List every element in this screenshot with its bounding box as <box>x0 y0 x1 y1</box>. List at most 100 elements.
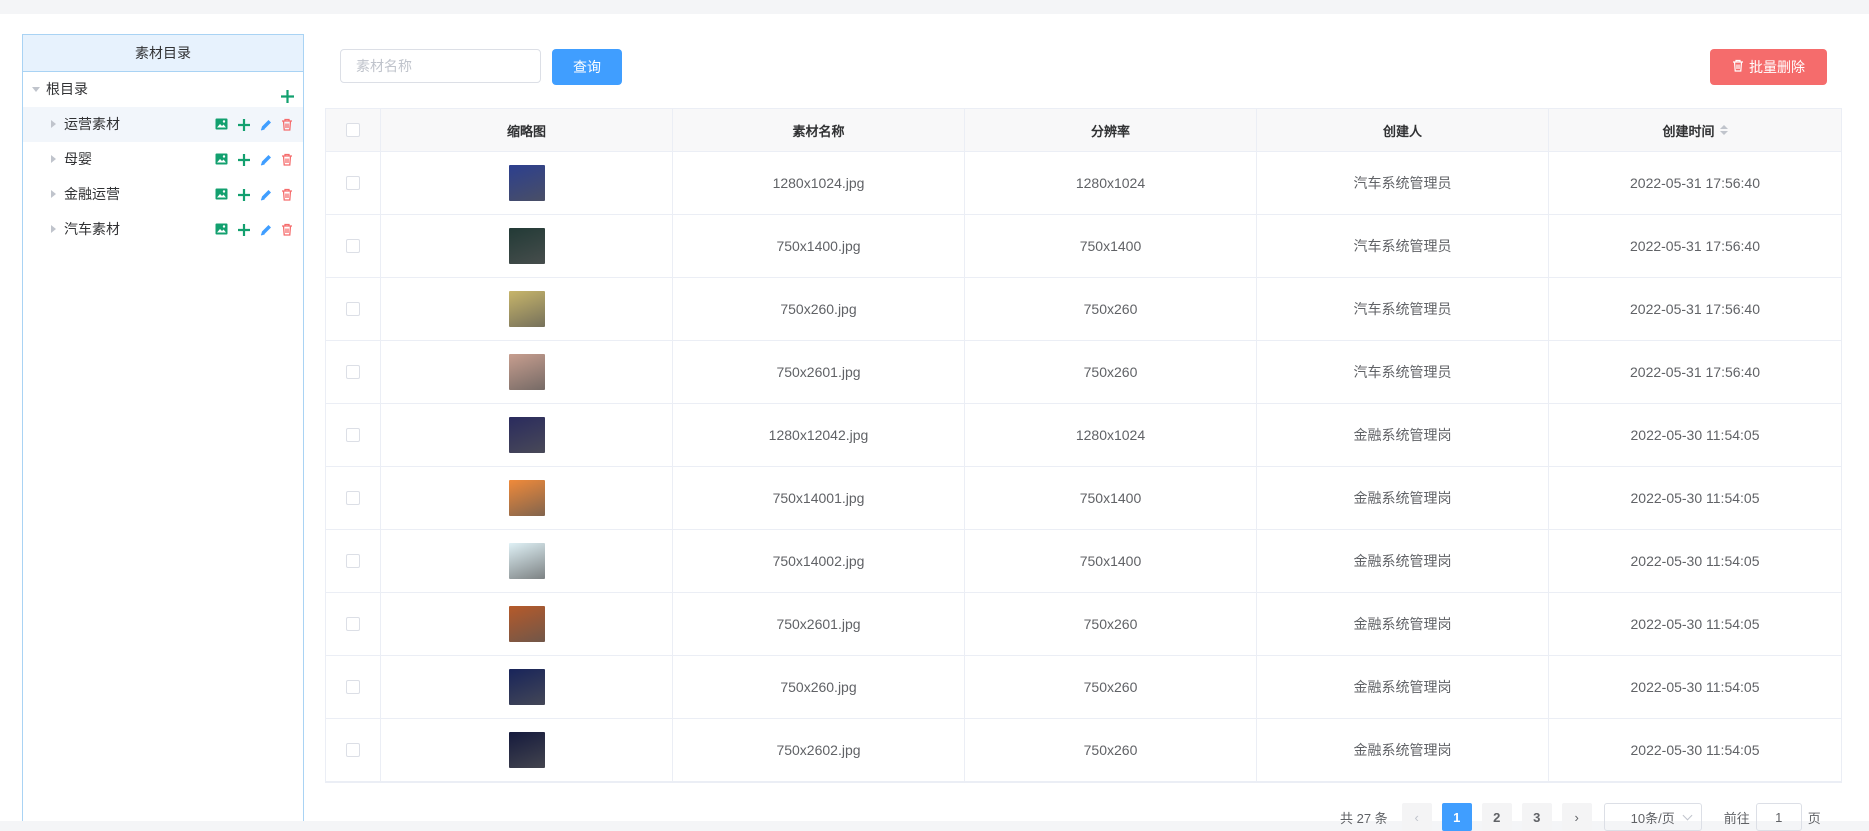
row-checkbox[interactable] <box>346 680 360 694</box>
thumbnail-image[interactable] <box>508 291 545 327</box>
material-directory-tree: 素材目录 根目录 运营素材母婴金融运营 汽车素材 <box>22 34 304 821</box>
edit-icon[interactable] <box>259 153 273 167</box>
table-row: 1280x1024.jpg 1280x1024 汽车系统管理员 2022-05-31 … <box>326 152 1841 215</box>
caret-right-icon[interactable] <box>51 225 56 233</box>
tree-node-actions <box>215 177 295 212</box>
tree-node-label: 运营素材 <box>64 116 120 132</box>
image-icon[interactable] <box>215 223 229 237</box>
goto-prefix: 前往 <box>1723 810 1750 826</box>
material-name-cell: 750x260.jpg <box>673 656 965 718</box>
thumbnail-image[interactable] <box>508 606 545 642</box>
delete-icon[interactable] <box>281 118 295 132</box>
delete-icon[interactable] <box>281 223 295 237</box>
resolution-cell: 750x1400 <box>965 467 1257 529</box>
row-checkbox[interactable] <box>346 176 360 190</box>
thumbnail-image[interactable] <box>508 417 545 453</box>
column-header-thumbnail: 缩略图 <box>381 109 673 151</box>
created-time-cell: 2022-05-30 11:54:05 <box>1630 742 1760 758</box>
tree-node-item[interactable]: 运营素材 <box>23 107 303 142</box>
page-number-button[interactable]: 3 <box>1521 803 1552 831</box>
chevron-left-icon[interactable]: ‹ <box>1401 803 1432 831</box>
row-checkbox[interactable] <box>346 617 360 631</box>
caret-right-icon[interactable] <box>51 155 56 163</box>
delete-icon[interactable] <box>281 153 295 167</box>
created-time-cell: 2022-05-30 11:54:05 <box>1630 490 1760 506</box>
batch-delete-button[interactable]: 批量删除 <box>1710 49 1827 85</box>
plus-icon[interactable] <box>237 118 251 132</box>
creator-cell: 汽车系统管理员 <box>1257 278 1549 340</box>
caret-right-icon[interactable] <box>51 190 56 198</box>
goto-page-input[interactable]: 1 <box>1755 803 1802 831</box>
edit-icon[interactable] <box>259 223 273 237</box>
plus-icon[interactable] <box>237 223 251 237</box>
row-checkbox[interactable] <box>346 428 360 442</box>
goto-page-value: 1 <box>1775 809 1783 825</box>
table-header: 缩略图 素材名称 分辨率 创建人 创建时间 <box>326 109 1841 152</box>
table-row: 750x2601.jpg 750x260 金融系统管理岗 2022-05-30 11:… <box>326 593 1841 656</box>
created-time-cell: 2022-05-30 11:54:05 <box>1630 427 1760 443</box>
plus-icon[interactable] <box>280 82 295 103</box>
row-checkbox[interactable] <box>346 302 360 316</box>
page-size-select[interactable]: 10条/页 <box>1603 803 1702 831</box>
table-row: 750x14001.jpg 750x1400 金融系统管理岗 2022-05-30 1… <box>326 467 1841 530</box>
creator-cell: 金融系统管理岗 <box>1257 467 1549 529</box>
page-number-button[interactable]: 1 <box>1441 803 1472 831</box>
table-row: 750x2601.jpg 750x260 汽车系统管理员 2022-05-31 17:… <box>326 341 1841 404</box>
tree-node-item[interactable]: 金融运营 <box>23 177 303 212</box>
tree-node-root[interactable]: 根目录 <box>23 72 303 107</box>
tree-node-actions <box>215 142 295 177</box>
tree-node-item[interactable]: 母婴 <box>23 142 303 177</box>
tree-header: 素材目录 <box>23 35 303 72</box>
column-header-creator: 创建人 <box>1257 109 1549 151</box>
thumbnail-image[interactable] <box>508 732 545 768</box>
creator-cell: 汽车系统管理员 <box>1257 152 1549 214</box>
tree-node-item[interactable]: 汽车素材 <box>23 212 303 247</box>
created-time-cell: 2022-05-30 11:54:05 <box>1630 553 1760 569</box>
thumbnail-image[interactable] <box>508 354 545 390</box>
image-icon[interactable] <box>215 188 229 202</box>
material-name-search-input[interactable] <box>340 49 541 83</box>
query-button[interactable]: 查询 <box>552 49 622 85</box>
table-row: 1280x12042.jpg 1280x1024 金融系统管理岗 2022-05-30… <box>326 404 1841 467</box>
table-row: 750x2602.jpg 750x260 金融系统管理岗 2022-05-30 11:… <box>326 719 1841 782</box>
row-checkbox[interactable] <box>346 239 360 253</box>
image-icon[interactable] <box>215 118 229 132</box>
edit-icon[interactable] <box>259 188 273 202</box>
row-checkbox[interactable] <box>346 743 360 757</box>
thumbnail-image[interactable] <box>508 165 545 201</box>
created-time-cell: 2022-05-30 11:54:05 <box>1630 679 1760 695</box>
caret-down-icon[interactable] <box>32 87 40 92</box>
column-header-created-time-label: 创建时间 <box>1662 123 1715 139</box>
row-checkbox[interactable] <box>346 554 360 568</box>
plus-icon[interactable] <box>237 188 251 202</box>
materials-table: 缩略图 素材名称 分辨率 创建人 创建时间 1280x1024.jpg 1280x… <box>325 108 1842 783</box>
edit-icon[interactable] <box>259 118 273 132</box>
created-time-cell: 2022-05-31 17:56:40 <box>1630 364 1760 380</box>
thumbnail-image[interactable] <box>508 543 545 579</box>
page-number-button[interactable]: 2 <box>1481 803 1512 831</box>
select-all-checkbox[interactable] <box>346 123 360 137</box>
plus-icon[interactable] <box>237 153 251 167</box>
chevron-right-icon[interactable]: › <box>1561 803 1592 831</box>
caret-right-icon[interactable] <box>51 120 56 128</box>
resolution-cell: 750x260 <box>965 278 1257 340</box>
creator-cell: 金融系统管理岗 <box>1257 719 1549 781</box>
thumbnail-image[interactable] <box>508 669 545 705</box>
row-checkbox[interactable] <box>346 365 360 379</box>
material-name-cell: 750x260.jpg <box>673 278 965 340</box>
column-header-created-time[interactable]: 创建时间 <box>1549 109 1841 151</box>
material-name-cell: 750x2601.jpg <box>673 593 965 655</box>
sort-caret-icon[interactable] <box>1719 125 1728 135</box>
row-checkbox[interactable] <box>346 491 360 505</box>
thumbnail-image[interactable] <box>508 480 545 516</box>
delete-icon[interactable] <box>281 188 295 202</box>
resolution-cell: 750x1400 <box>965 215 1257 277</box>
creator-cell: 汽车系统管理员 <box>1257 341 1549 403</box>
tree-node-actions <box>215 107 295 142</box>
thumbnail-image[interactable] <box>508 228 545 264</box>
image-icon[interactable] <box>215 153 229 167</box>
creator-cell: 金融系统管理岗 <box>1257 530 1549 592</box>
pagination: 共 27 条 ‹ 123 › 10条/页 前往 1 页 <box>1340 803 1821 831</box>
resolution-cell: 750x260 <box>965 593 1257 655</box>
tree-node-label: 母婴 <box>64 151 92 167</box>
